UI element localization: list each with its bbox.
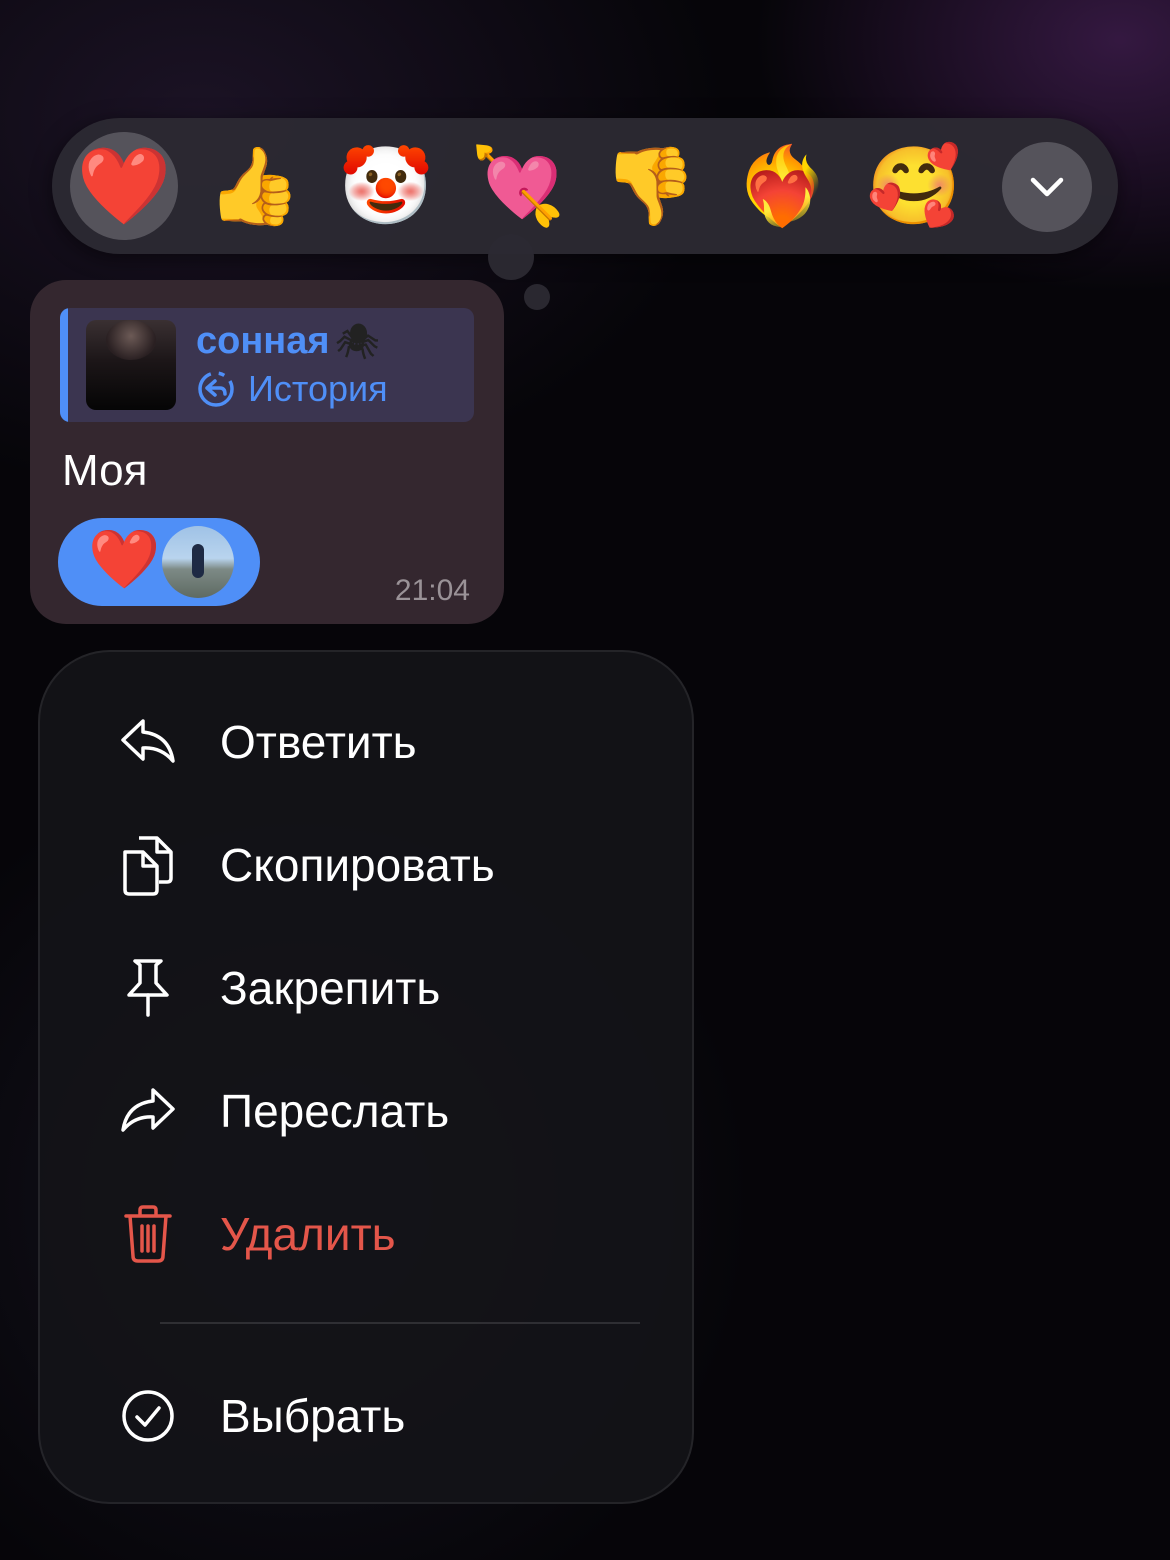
menu-divider [160, 1322, 640, 1324]
story-reply-preview[interactable]: сонная 🕷 История [60, 308, 474, 422]
story-reply-icon [198, 371, 234, 407]
menu-item-select[interactable]: Выбрать [40, 1366, 692, 1466]
spider-emoji: 🕷 [335, 322, 379, 362]
pin-icon [116, 956, 180, 1020]
story-author: сонная 🕷 [196, 320, 379, 362]
reaction-clown-face[interactable]: 🤡 [336, 136, 436, 236]
story-label: История [196, 368, 388, 410]
picker-tail-dot [488, 234, 534, 280]
message-text: Моя [62, 446, 148, 495]
expand-reactions-button[interactable] [1002, 142, 1092, 232]
reply-accent-bar [60, 308, 68, 422]
message-reaction-chip[interactable]: ❤️ [58, 518, 260, 606]
copy-icon [116, 833, 180, 897]
reply-icon [116, 710, 180, 774]
reaction-smiling-face-with-hearts[interactable]: 🥰 [864, 136, 964, 236]
message-time: 21:04 [394, 574, 470, 607]
picker-tail-dot [524, 284, 550, 310]
menu-item-pin[interactable]: Закрепить [40, 938, 692, 1038]
forward-icon [116, 1079, 180, 1143]
trash-icon [116, 1202, 180, 1266]
reaction-heart-with-arrow[interactable]: 💘 [468, 136, 568, 236]
reaction-picker: ❤️ 👍 🤡 💘 👎 ❤️‍🔥 🥰 [52, 118, 1118, 254]
menu-item-delete[interactable]: Удалить [40, 1184, 692, 1284]
reaction-thumbs-down[interactable]: 👎 [600, 136, 700, 236]
menu-item-copy[interactable]: Скопировать [40, 815, 692, 915]
reaction-thumbs-up[interactable]: 👍 [204, 136, 304, 236]
story-thumbnail [86, 320, 176, 410]
reaction-red-heart[interactable]: ❤️ [70, 132, 178, 240]
menu-item-forward[interactable]: Переслать [40, 1061, 692, 1161]
context-menu: Ответить Скопировать Закрепить Переслать… [38, 650, 694, 1504]
menu-item-reply[interactable]: Ответить [40, 692, 692, 792]
select-check-icon [116, 1384, 180, 1448]
message-bubble[interactable]: сонная 🕷 История Моя ❤️ 21:04 [30, 280, 504, 624]
reaction-heart: ❤️ [88, 525, 161, 593]
reaction-heart-on-fire[interactable]: ❤️‍🔥 [732, 136, 832, 236]
reactor-avatar [162, 526, 234, 598]
chevron-down-icon [1030, 177, 1064, 197]
